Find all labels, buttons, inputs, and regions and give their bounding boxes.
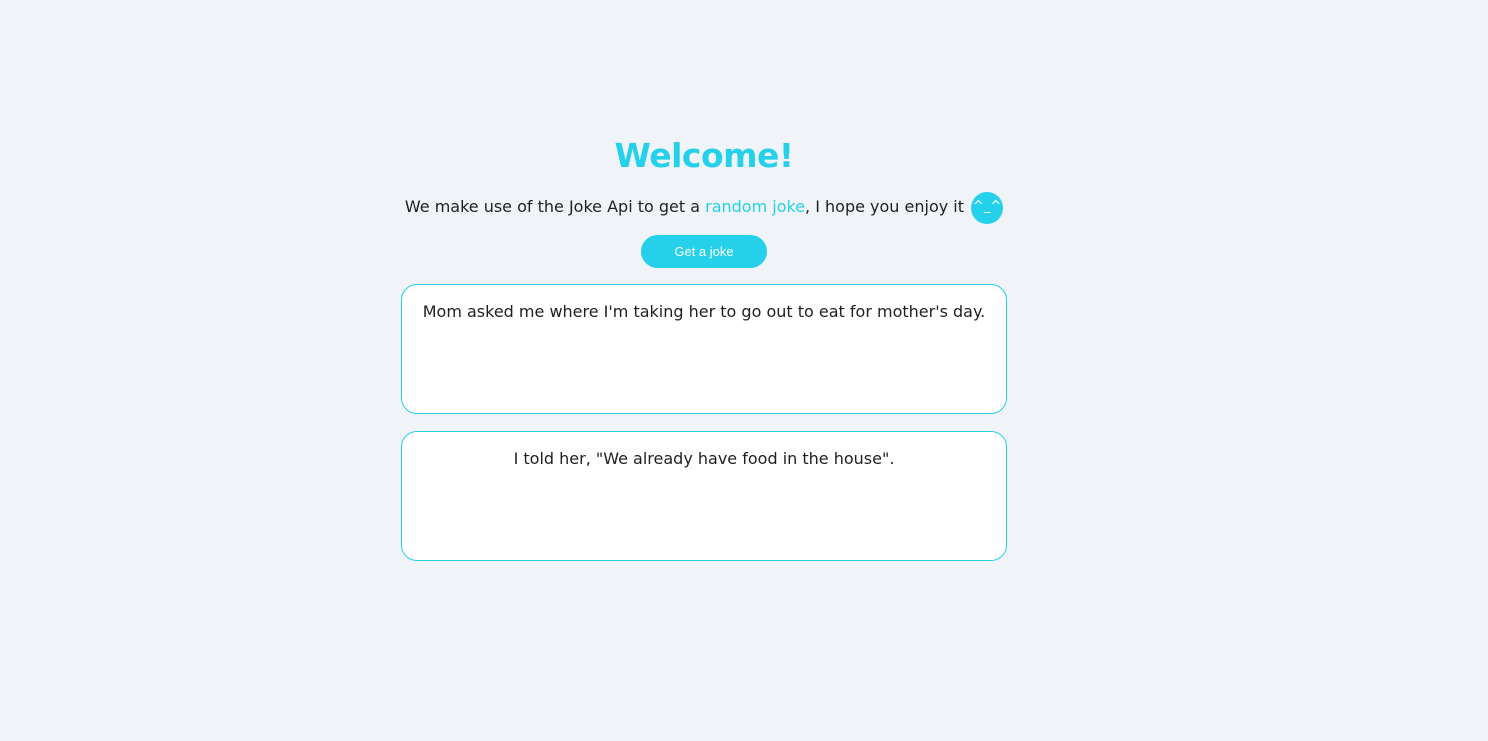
joke-setup-text: Mom asked me where I'm taking her to go … xyxy=(422,302,986,321)
intro-text: We make use of the Joke Api to get a ran… xyxy=(0,190,1408,224)
get-joke-button[interactable]: Get a joke xyxy=(641,235,767,268)
joke-delivery-card: I told her, "We already have food in the… xyxy=(401,431,1007,561)
joke-delivery-text: I told her, "We already have food in the… xyxy=(513,449,895,468)
random-joke-link[interactable]: random joke xyxy=(705,197,805,216)
intro-text-before: We make use of the Joke Api to get a xyxy=(404,197,706,216)
page-title: Welcome! xyxy=(614,136,794,175)
main-content: Welcome! We make use of the Joke Api to … xyxy=(0,0,1488,741)
smiley-icon: ^_^ xyxy=(971,191,1004,224)
intro-text-after: , I hope you enjoy it xyxy=(805,197,970,216)
joke-setup-card: Mom asked me where I'm taking her to go … xyxy=(401,284,1007,414)
